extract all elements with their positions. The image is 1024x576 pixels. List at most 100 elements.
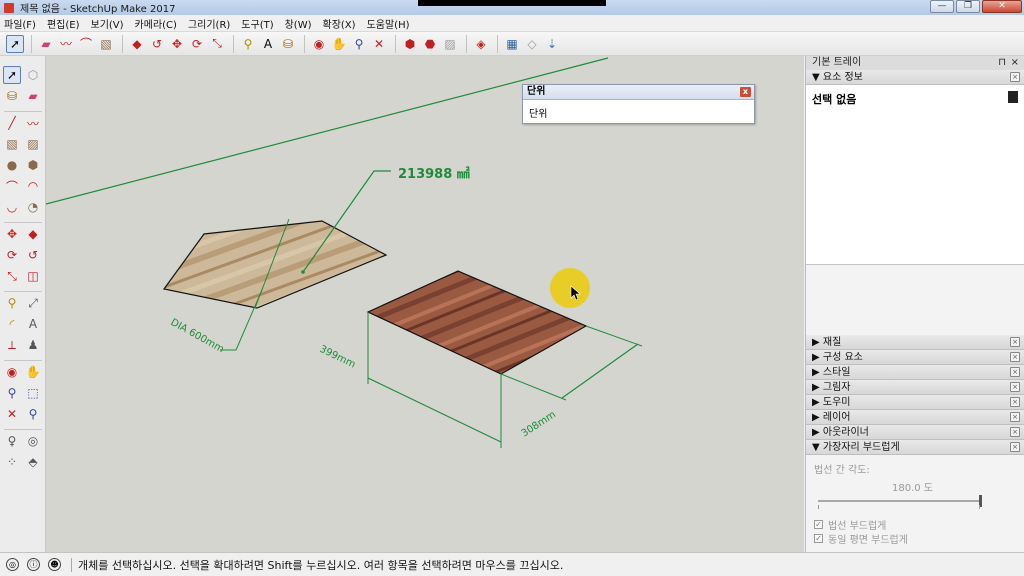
panel-layers[interactable]: ▶ 레이어 × [806, 410, 1024, 425]
panel-close-icon[interactable]: × [1010, 397, 1020, 407]
circle-tool-icon[interactable]: ● [3, 156, 21, 174]
followme-icon[interactable]: ↺ [148, 35, 166, 53]
paint-bucket-icon[interactable]: ⛁ [279, 35, 297, 53]
walk-tool-icon[interactable]: ⁘ [3, 453, 21, 471]
user-icon[interactable]: ☻ [48, 558, 61, 571]
tray-close-icon[interactable]: × [1011, 56, 1019, 70]
make-component-icon[interactable]: ⬡ [24, 66, 42, 84]
two-point-arc-icon[interactable]: ◠ [24, 177, 42, 195]
zoom-extents-icon[interactable]: ✕ [370, 35, 388, 53]
paint-tool-icon[interactable]: ⛁ [3, 87, 21, 105]
rectangle-icon[interactable]: ▧ [97, 35, 115, 53]
pin-icon[interactable]: ⊓ [998, 56, 1006, 70]
orbit-tool-icon[interactable]: ◉ [3, 363, 21, 381]
rotated-rectangle-icon[interactable]: ▨ [24, 135, 42, 153]
arc-icon[interactable]: ⌒ [77, 35, 95, 53]
model-viewport[interactable]: 213988 ㎟ DIA 600mm 399mm 308mm 단위 x 단위 [46, 56, 804, 552]
eraser-tool-icon[interactable]: ▰ [24, 87, 42, 105]
layout-icon[interactable]: ▨ [441, 35, 459, 53]
section-plane-icon[interactable]: ⬘ [24, 453, 42, 471]
panel-close-icon[interactable]: × [1010, 337, 1020, 347]
scene-drawing[interactable]: 213988 ㎟ DIA 600mm 399mm 308mm [46, 56, 804, 552]
coplanar-checkbox[interactable]: ✓ [814, 534, 823, 543]
panel-outliner[interactable]: ▶ 아웃라이너 × [806, 425, 1024, 440]
entity-toggle-icon[interactable] [1008, 91, 1018, 103]
coplanar-row[interactable]: ✓ 동일 평면 부드럽게 [814, 531, 908, 546]
credits-icon[interactable]: ⓘ [27, 558, 40, 571]
menu-tools[interactable]: 도구(T) [241, 16, 273, 31]
smooth-normals-row[interactable]: ✓ 법선 부드럽게 [814, 517, 886, 532]
look-around-icon[interactable]: ◎ [24, 432, 42, 450]
panel-close-icon[interactable]: × [1010, 427, 1020, 437]
pie-tool-icon[interactable]: ◔ [24, 198, 42, 216]
rotate-tool-icon[interactable]: ⟳ [3, 246, 21, 264]
menu-help[interactable]: 도움말(H) [367, 16, 410, 31]
position-camera-icon[interactable]: ♀ [3, 432, 21, 450]
panel-styles[interactable]: ▶ 스타일 × [806, 365, 1024, 380]
dimension-tool-icon[interactable]: ⤢ [24, 294, 42, 312]
panel-close-icon[interactable]: × [1010, 367, 1020, 377]
select-icon[interactable]: ➚ [6, 34, 24, 53]
eraser-icon[interactable]: ▰ [37, 35, 55, 53]
zoom-tool-icon[interactable]: ⚲ [3, 384, 21, 402]
tape-measure-icon[interactable]: ⚲ [239, 35, 257, 53]
panel-soften-edges[interactable]: ▼ 가장자리 부드럽게 × [806, 440, 1024, 455]
select-tool-icon[interactable]: ➚ [3, 66, 21, 84]
panel-close-icon[interactable]: × [1010, 442, 1020, 452]
3d-text-tool-icon[interactable]: ♟ [24, 336, 42, 354]
extension-warehouse-icon[interactable]: ⬣ [421, 35, 439, 53]
entity-info-header[interactable]: ▼ 요소 정보 × [806, 70, 1024, 85]
geolocation-icon[interactable]: ◎ [6, 558, 19, 571]
send-to-layout-icon[interactable]: ◈ [472, 35, 490, 53]
three-point-arc-icon[interactable]: ◡ [3, 198, 21, 216]
zoom-window-icon[interactable]: ⬚ [24, 384, 42, 402]
panel-shadows[interactable]: ▶ 그림자 × [806, 380, 1024, 395]
scale-tool-icon[interactable]: ⤡ [3, 267, 21, 285]
components-icon[interactable]: ◇ [523, 35, 541, 53]
panel-components[interactable]: ▶ 구성 요소 × [806, 350, 1024, 365]
maximize-button[interactable]: ❐ [956, 0, 980, 13]
menu-edit[interactable]: 편집(E) [47, 16, 80, 31]
smooth-normals-checkbox[interactable]: ✓ [814, 520, 823, 529]
freehand-tool-icon[interactable]: 〰 [24, 114, 42, 132]
close-button[interactable]: ✕ [982, 0, 1022, 13]
line-tool-icon[interactable]: ╱ [3, 114, 21, 132]
axes-tool-icon[interactable]: ⟂ [3, 336, 21, 354]
pan-tool-icon[interactable]: ✋ [24, 363, 42, 381]
pushpull-icon[interactable]: ◆ [128, 35, 146, 53]
units-dialog-close-button[interactable]: x [740, 87, 751, 97]
menu-file[interactable]: 파일(F) [4, 16, 36, 31]
menu-draw[interactable]: 그리기(R) [188, 16, 230, 31]
panel-materials[interactable]: ▶ 재질 × [806, 335, 1024, 350]
panel-close-icon[interactable]: × [1010, 72, 1020, 82]
pushpull-tool-icon[interactable]: ◆ [24, 225, 42, 243]
followme-tool-icon[interactable]: ↺ [24, 246, 42, 264]
text-tool-icon[interactable]: A [24, 315, 42, 333]
freehand-icon[interactable]: 〰 [57, 35, 75, 53]
angle-slider[interactable] [818, 500, 980, 502]
warehouse-icon[interactable]: ⬢ [401, 35, 419, 53]
tape-tool-icon[interactable]: ⚲ [3, 294, 21, 312]
panel-instructor[interactable]: ▶ 도우미 × [806, 395, 1024, 410]
text-icon[interactable]: A [259, 35, 277, 53]
move-icon[interactable]: ✥ [168, 35, 186, 53]
menu-window[interactable]: 창(W) [285, 16, 312, 31]
previous-view-icon[interactable]: ⚲ [24, 405, 42, 423]
menu-extensions[interactable]: 확장(X) [323, 16, 356, 31]
panel-close-icon[interactable]: × [1010, 412, 1020, 422]
panel-close-icon[interactable]: × [1010, 382, 1020, 392]
offset-tool-icon[interactable]: ◫ [24, 267, 42, 285]
polygon-tool-icon[interactable]: ⬢ [24, 156, 42, 174]
scale-icon[interactable]: ⤡ [208, 35, 226, 53]
styles-icon[interactable]: ⇣ [543, 35, 561, 53]
zoom-extents-tool-icon[interactable]: ✕ [3, 405, 21, 423]
section-icon[interactable]: ▦ [503, 35, 521, 53]
pan-icon[interactable]: ✋ [330, 35, 348, 53]
orbit-icon[interactable]: ◉ [310, 35, 328, 53]
zoom-icon[interactable]: ⚲ [350, 35, 368, 53]
panel-close-icon[interactable]: × [1010, 352, 1020, 362]
minimize-button[interactable]: — [930, 0, 954, 13]
menu-camera[interactable]: 카메라(C) [135, 16, 177, 31]
menu-view[interactable]: 보기(V) [91, 16, 124, 31]
protractor-tool-icon[interactable]: ◜ [3, 315, 21, 333]
